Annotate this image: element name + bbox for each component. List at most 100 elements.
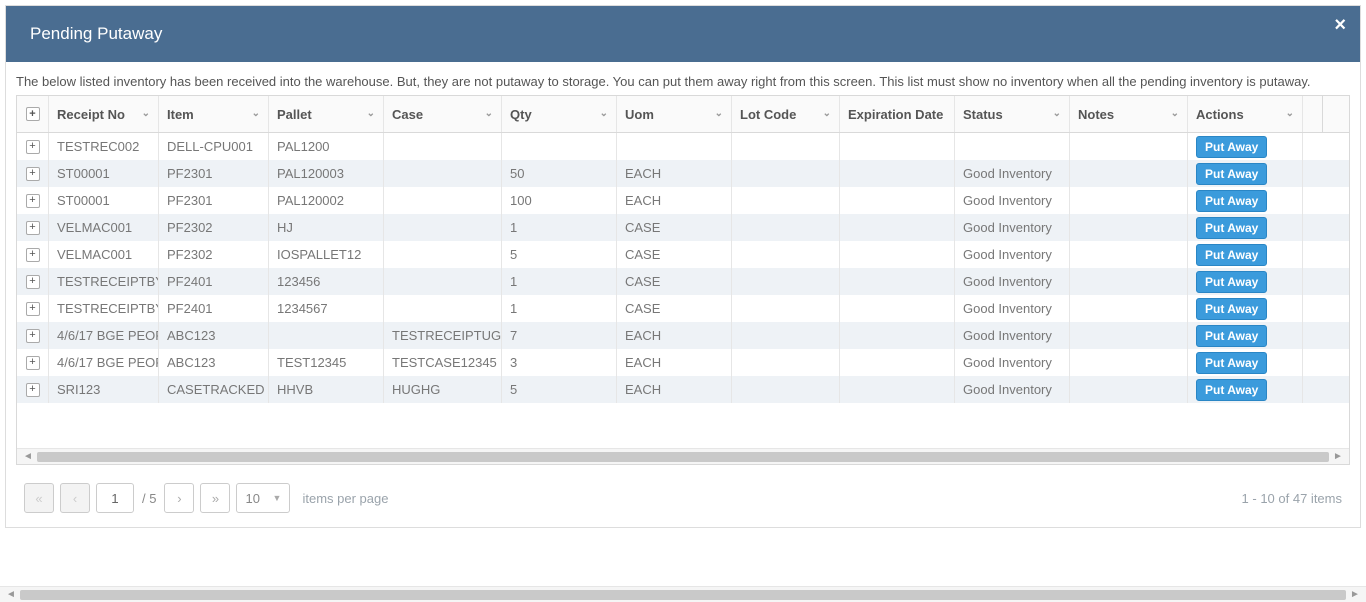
col-header-uom[interactable]: Uom⌄: [617, 96, 732, 132]
plus-icon[interactable]: +: [26, 302, 40, 316]
cell-expiration: [840, 241, 955, 268]
page-size-select[interactable]: 10 ▼: [236, 483, 290, 513]
plus-icon[interactable]: +: [26, 383, 40, 397]
cell-case: [384, 295, 502, 322]
cell-status: Good Inventory: [955, 187, 1070, 214]
window-horizontal-scrollbar[interactable]: ◄ ►: [0, 586, 1366, 602]
cell-status: Good Inventory: [955, 295, 1070, 322]
plus-icon[interactable]: +: [26, 248, 40, 262]
expand-row-button[interactable]: +: [17, 241, 49, 268]
put-away-button[interactable]: Put Away: [1196, 163, 1267, 185]
chevron-down-icon: ⌄: [1053, 108, 1061, 119]
put-away-button[interactable]: Put Away: [1196, 244, 1267, 266]
cell-status: Good Inventory: [955, 376, 1070, 403]
cell-notes: [1070, 241, 1188, 268]
put-away-button[interactable]: Put Away: [1196, 298, 1267, 320]
put-away-button[interactable]: Put Away: [1196, 325, 1267, 347]
cell-pallet: PAL120003: [269, 160, 384, 187]
plus-icon[interactable]: +: [26, 275, 40, 289]
cell-actions: Put Away: [1188, 295, 1303, 322]
expand-row-button[interactable]: +: [17, 322, 49, 349]
grid-header-row: + Receipt No⌄ Item⌄ Pallet⌄ Case⌄ Qty⌄ U…: [17, 96, 1349, 133]
close-icon[interactable]: ×: [1334, 14, 1346, 37]
grid-horizontal-scrollbar[interactable]: ◄ ►: [17, 448, 1349, 464]
cell-lot: [732, 133, 840, 160]
cell-notes: [1070, 268, 1188, 295]
scroll-left-icon[interactable]: ◄: [23, 451, 33, 462]
scroll-track[interactable]: [20, 590, 1346, 600]
cell-notes: [1070, 295, 1188, 322]
put-away-button[interactable]: Put Away: [1196, 352, 1267, 374]
plus-icon[interactable]: +: [26, 356, 40, 370]
page-total-label: / 5: [140, 491, 158, 506]
cell-uom: CASE: [617, 268, 732, 295]
col-header-lot[interactable]: Lot Code⌄: [732, 96, 840, 132]
scroll-right-icon[interactable]: ►: [1333, 451, 1343, 462]
cell-receipt: VELMAC001: [49, 241, 159, 268]
page-last-button[interactable]: »: [200, 483, 230, 513]
cell-case: [384, 133, 502, 160]
col-header-receipt[interactable]: Receipt No⌄: [49, 96, 159, 132]
col-header-notes[interactable]: Notes⌄: [1070, 96, 1188, 132]
col-header-status[interactable]: Status⌄: [955, 96, 1070, 132]
row-gutter: [1303, 322, 1323, 349]
scroll-track[interactable]: [37, 452, 1329, 462]
cell-lot: [732, 160, 840, 187]
plus-icon[interactable]: +: [26, 167, 40, 181]
cell-pallet: PAL120002: [269, 187, 384, 214]
cell-item: ABC123: [159, 349, 269, 376]
cell-item: DELL-CPU001: [159, 133, 269, 160]
expand-row-button[interactable]: +: [17, 133, 49, 160]
cell-pallet: [269, 322, 384, 349]
col-header-pallet[interactable]: Pallet⌄: [269, 96, 384, 132]
row-gutter: [1303, 349, 1323, 376]
expand-row-button[interactable]: +: [17, 349, 49, 376]
expand-row-button[interactable]: +: [17, 187, 49, 214]
put-away-button[interactable]: Put Away: [1196, 190, 1267, 212]
plus-icon[interactable]: +: [26, 194, 40, 208]
put-away-button[interactable]: Put Away: [1196, 136, 1267, 158]
col-header-case[interactable]: Case⌄: [384, 96, 502, 132]
page-prev-button[interactable]: ‹: [60, 483, 90, 513]
cell-notes: [1070, 133, 1188, 160]
row-gutter: [1303, 295, 1323, 322]
expand-row-button[interactable]: +: [17, 268, 49, 295]
expand-row-button[interactable]: +: [17, 376, 49, 403]
cell-status: Good Inventory: [955, 241, 1070, 268]
table-row: +ST00001PF2301PAL12000350EACHGood Invent…: [17, 160, 1349, 187]
expand-all-header[interactable]: +: [17, 96, 49, 132]
plus-icon[interactable]: +: [26, 329, 40, 343]
pager: « ‹ / 5 › » 10 ▼ items per page 1 - 10 o…: [16, 465, 1350, 523]
pager-summary: 1 - 10 of 47 items: [1242, 491, 1342, 506]
expand-row-button[interactable]: +: [17, 295, 49, 322]
pending-putaway-modal: Pending Putaway × The below listed inven…: [5, 5, 1361, 528]
chevron-down-icon: ⌄: [252, 108, 260, 119]
plus-icon[interactable]: +: [26, 140, 40, 154]
cell-receipt: TESTREC002: [49, 133, 159, 160]
page-first-button[interactable]: «: [24, 483, 54, 513]
page-number-input[interactable]: [96, 483, 134, 513]
description-text: The below listed inventory has been rece…: [16, 74, 1350, 89]
page-next-button[interactable]: ›: [164, 483, 194, 513]
expand-row-button[interactable]: +: [17, 214, 49, 241]
cell-expiration: [840, 322, 955, 349]
cell-expiration: [840, 295, 955, 322]
table-row: +SRI123CASETRACKEDHHVBHUGHG5EACHGood Inv…: [17, 376, 1349, 403]
put-away-button[interactable]: Put Away: [1196, 379, 1267, 401]
scroll-left-icon[interactable]: ◄: [6, 589, 16, 600]
put-away-button[interactable]: Put Away: [1196, 271, 1267, 293]
expand-row-button[interactable]: +: [17, 160, 49, 187]
col-header-actions[interactable]: Actions⌄: [1188, 96, 1303, 132]
cell-lot: [732, 376, 840, 403]
put-away-button[interactable]: Put Away: [1196, 217, 1267, 239]
scroll-right-icon[interactable]: ►: [1350, 589, 1360, 600]
chevron-down-icon: ⌄: [1286, 108, 1294, 119]
plus-icon[interactable]: +: [26, 107, 40, 121]
cell-qty: 1: [502, 268, 617, 295]
cell-uom: CASE: [617, 295, 732, 322]
plus-icon[interactable]: +: [26, 221, 40, 235]
col-header-item[interactable]: Item⌄: [159, 96, 269, 132]
col-header-expiration[interactable]: Expiration Date: [840, 96, 955, 132]
cell-uom: EACH: [617, 187, 732, 214]
col-header-qty[interactable]: Qty⌄: [502, 96, 617, 132]
